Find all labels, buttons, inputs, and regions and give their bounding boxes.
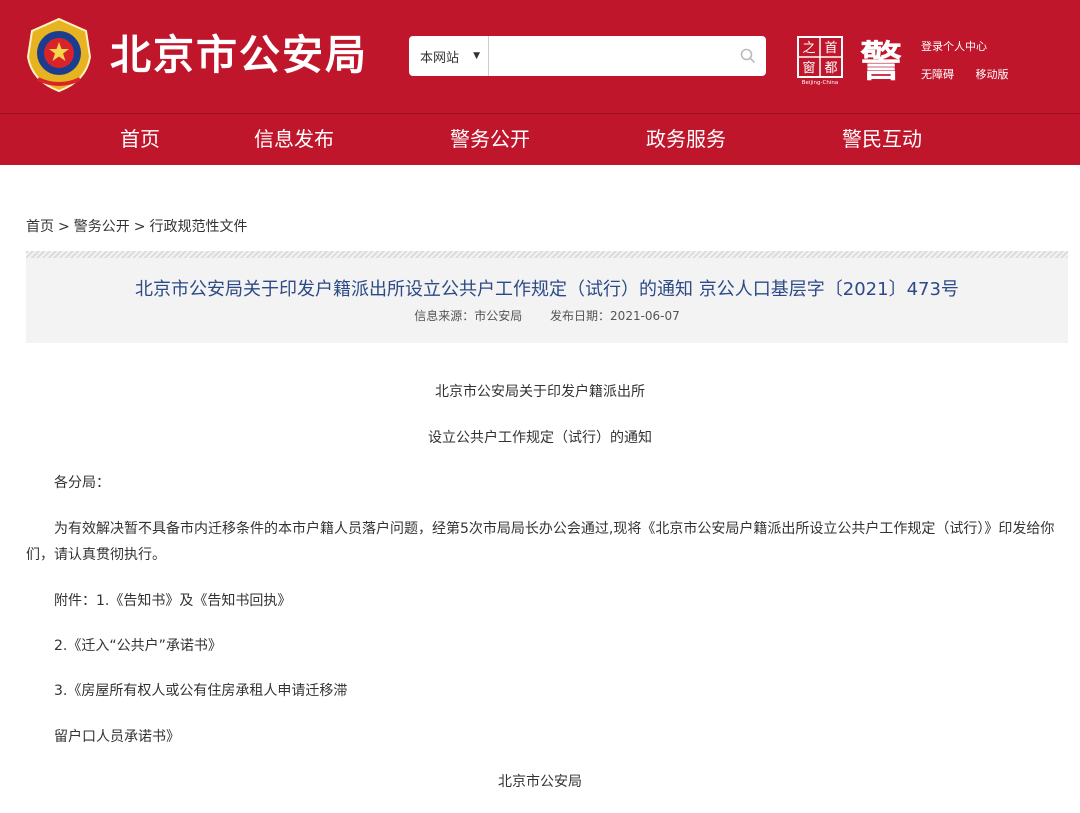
body-heading-1: 北京市公安局关于印发户籍派出所 [435,384,645,400]
search-scope-select[interactable]: 本网站 ▼ [409,36,489,76]
breadcrumb-separator: > [133,219,146,235]
body-paragraph-line-1: 为有效解决暂不具备市内迁移条件的本市户籍人员落户问题，经第5次市局局长办公会通过… [54,521,1055,537]
nav-info-release[interactable]: 信息发布 [196,114,392,165]
police-emblem-icon [26,17,92,93]
accessibility-link[interactable]: 无障碍 [921,68,954,81]
jing-logo[interactable]: 警 [856,36,906,82]
login-link[interactable]: 登录个人中心 [921,38,1027,54]
decorative-stripe [26,251,1068,258]
caret-down-icon: ▼ [473,51,480,61]
attachment-2: 2.《迁入“公共户”承诺书》 [54,638,222,654]
article-date: 发布日期：2021-06-07 [550,309,680,323]
attachment-3-continued: 留户口人员承诺书》 [54,729,180,745]
breadcrumb-police-affairs[interactable]: 警务公开 [74,219,130,235]
breadcrumb: 首页 > 警务公开 > 行政规范性文件 [26,216,247,236]
article-source: 信息来源：市公安局 [414,309,523,323]
nav-police-affairs[interactable]: 警务公开 [392,114,588,165]
search-input[interactable] [489,36,730,76]
nav-interaction[interactable]: 警民互动 [784,114,980,165]
breadcrumb-home[interactable]: 首页 [26,219,54,235]
article-meta: 信息来源：市公安局 发布日期：2021-06-07 [26,307,1068,324]
breadcrumb-regulatory-docs[interactable]: 行政规范性文件 [149,219,247,235]
article-header: 北京市公安局关于印发户籍派出所设立公共户工作规定（试行）的通知 京公人口基层字〔… [26,251,1068,343]
breadcrumb-separator: > [58,219,70,235]
top-links: 登录个人中心 无障碍 移动版 [921,38,1027,82]
shoudu-char-1: 之 [802,41,815,56]
shoudu-char-3: 窗 [802,60,815,76]
nav-government-services[interactable]: 政务服务 [588,114,784,165]
search-icon [740,48,756,64]
shoudu-window-logo[interactable]: 之 首 窗 都 Beijing-China [797,36,843,86]
top-links-row: 无障碍 移动版 [921,66,1027,82]
site-header: 北京市公安局 本网站 ▼ 之 首 窗 都 Beijing-China 警 登录个… [0,0,1080,113]
signature: 北京市公安局 [498,774,582,790]
article-title: 北京市公安局关于印发户籍派出所设立公共户工作规定（试行）的通知 京公人口基层字〔… [135,279,959,300]
jing-char: 警 [860,37,902,82]
body-paragraph-line-2: 们，请认真贯彻执行。 [26,547,166,563]
mobile-link[interactable]: 移动版 [976,68,1009,81]
attachment-1: 附件：1.《告知书》及《告知书回执》 [54,593,292,609]
shoudu-char-2: 首 [824,41,837,56]
site-title: 北京市公安局 [110,31,368,79]
main-nav: 首页 信息发布 警务公开 政务服务 警民互动 [0,113,1080,165]
attachment-3: 3.《房屋所有权人或公有住房承租人申请迁移滞 [54,683,348,699]
search-button[interactable] [730,36,766,76]
nav-home[interactable]: 首页 [72,114,208,165]
shoudu-caption: Beijing-China [802,80,838,86]
body-heading-2: 设立公共户工作规定（试行）的通知 [428,430,652,446]
search-scope-label: 本网站 [420,50,460,66]
body-salutation: 各分局： [54,475,110,491]
shoudu-char-4: 都 [824,61,837,76]
search-bar: 本网站 ▼ [409,36,766,76]
